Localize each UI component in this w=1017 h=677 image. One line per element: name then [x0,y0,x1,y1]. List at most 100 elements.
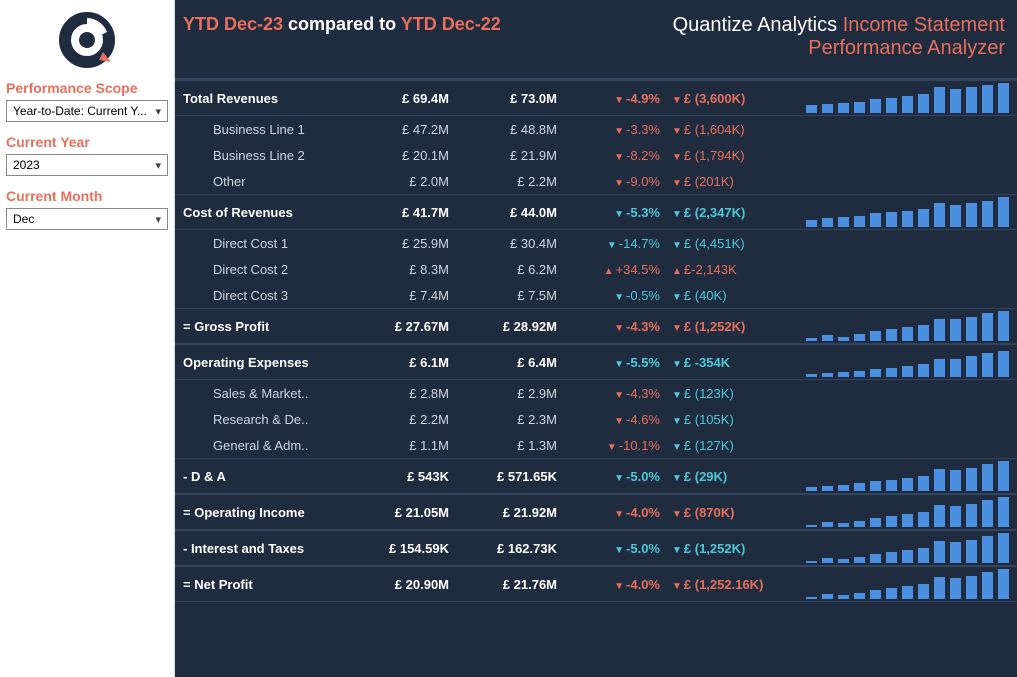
row-name: = Net Profit [183,577,363,592]
current-value: £ 543K [363,469,463,484]
title-a: Income Statement [843,14,1005,36]
prior-value: £ 73.0M [463,91,571,106]
financial-table: Total Revenues£ 69.4M£ 73.0M-4.9%£ (3,60… [175,80,1017,602]
summary-row[interactable]: = Operating Income£ 21.05M£ 21.92M-4.0%£… [175,494,1017,530]
pct-change: -5.3% [571,205,666,220]
prior-value: £ 2.9M [463,386,571,401]
prior-value: £ 162.73K [463,541,571,556]
summary-row[interactable]: = Gross Profit£ 27.67M£ 28.92M-4.3%£ (1,… [175,308,1017,344]
year-dropdown[interactable]: 2023 [6,154,168,176]
trend-sparkline [776,533,1017,563]
prior-value: £ 571.65K [463,469,571,484]
summary-row[interactable]: Total Revenues£ 69.4M£ 73.0M-4.9%£ (3,60… [175,80,1017,116]
current-value: £ 47.2M [363,122,463,137]
current-value: £ 69.4M [363,91,463,106]
pct-change: -4.6% [571,412,666,427]
pct-change: -4.0% [571,505,666,520]
row-name: Operating Expenses [183,355,363,370]
summary-row[interactable]: Cost of Revenues£ 41.7M£ 44.0M-5.3%£ (2,… [175,194,1017,230]
current-value: £ 2.0M [363,174,463,189]
trend-sparkline [776,197,1017,227]
pct-change: -5.5% [571,355,666,370]
row-name: Other [183,174,363,189]
pct-change: -8.2% [571,148,666,163]
brand: Quantize Analytics [673,14,843,36]
row-name: Business Line 1 [183,122,363,137]
abs-change: £ (105K) [666,412,776,427]
chevron-down-icon [155,158,161,172]
row-name: - D & A [183,469,363,484]
current-value: £ 7.4M [363,288,463,303]
detail-row[interactable]: Direct Cost 3£ 7.4M£ 7.5M-0.5%£ (40K) [175,282,1017,308]
detail-row[interactable]: General & Adm..£ 1.1M£ 1.3M-10.1%£ (127K… [175,432,1017,458]
prior-period: YTD Dec-22 [401,14,501,34]
month-dropdown[interactable]: Dec [6,208,168,230]
scope-value: Year-to-Date: Current Y... [13,104,147,118]
current-value: £ 27.67M [363,319,463,334]
pct-change: -5.0% [571,469,666,484]
summary-row[interactable]: = Net Profit£ 20.90M£ 21.76M-4.0%£ (1,25… [175,566,1017,602]
current-value: £ 1.1M [363,438,463,453]
detail-row[interactable]: Direct Cost 2£ 8.3M£ 6.2M+34.5%£-2,143K [175,256,1017,282]
summary-row[interactable]: - D & A£ 543K£ 571.65K-5.0%£ (29K) [175,458,1017,494]
abs-change: £ (29K) [666,469,776,484]
prior-value: £ 6.4M [463,355,571,370]
abs-change: £ (1,252K) [666,541,776,556]
abs-change: £ (2,347K) [666,205,776,220]
prior-value: £ 2.3M [463,412,571,427]
row-name: Business Line 2 [183,148,363,163]
current-value: £ 20.90M [363,577,463,592]
abs-change: £ (4,451K) [666,236,776,251]
prior-value: £ 6.2M [463,262,571,277]
trend-sparkline [776,461,1017,491]
scope-dropdown[interactable]: Year-to-Date: Current Y... [6,100,168,122]
header: YTD Dec-23 compared to YTD Dec-22 Quanti… [175,0,1017,80]
prior-value: £ 21.76M [463,577,571,592]
detail-row[interactable]: Business Line 2£ 20.1M£ 21.9M-8.2%£ (1,7… [175,142,1017,168]
detail-row[interactable]: Business Line 1£ 47.2M£ 48.8M-3.3%£ (1,6… [175,116,1017,142]
pct-change: -4.9% [571,91,666,106]
detail-row[interactable]: Research & De..£ 2.2M£ 2.3M-4.6%£ (105K) [175,406,1017,432]
row-name: = Operating Income [183,505,363,520]
summary-row[interactable]: - Interest and Taxes£ 154.59K£ 162.73K-5… [175,530,1017,566]
row-name: Total Revenues [183,91,363,106]
month-label: Current Month [6,188,168,204]
prior-value: £ 2.2M [463,174,571,189]
row-name: Direct Cost 2 [183,262,363,277]
pct-change: -4.3% [571,319,666,334]
abs-change: £ (127K) [666,438,776,453]
pct-change: -14.7% [571,236,666,251]
title-b: Performance Analyzer [808,37,1005,59]
trend-sparkline [776,497,1017,527]
row-name: - Interest and Taxes [183,541,363,556]
pct-change: -3.3% [571,122,666,137]
row-name: Direct Cost 3 [183,288,363,303]
header-right: Quantize Analytics Income Statement Perf… [673,14,1005,60]
pct-change: -4.3% [571,386,666,401]
prior-value: £ 21.9M [463,148,571,163]
row-name: Direct Cost 1 [183,236,363,251]
row-name: Cost of Revenues [183,205,363,220]
prior-value: £ 28.92M [463,319,571,334]
detail-row[interactable]: Other£ 2.0M£ 2.2M-9.0%£ (201K) [175,168,1017,194]
prior-value: £ 1.3M [463,438,571,453]
row-name: General & Adm.. [183,438,363,453]
abs-change: £ (1,604K) [666,122,776,137]
abs-change: £ (1,252K) [666,319,776,334]
summary-row[interactable]: Operating Expenses£ 6.1M£ 6.4M-5.5%£ -35… [175,344,1017,380]
abs-change: £ (870K) [666,505,776,520]
year-value: 2023 [13,158,40,172]
current-value: £ 41.7M [363,205,463,220]
detail-row[interactable]: Sales & Market..£ 2.8M£ 2.9M-4.3%£ (123K… [175,380,1017,406]
current-value: £ 2.2M [363,412,463,427]
row-name: Sales & Market.. [183,386,363,401]
pct-change: +34.5% [571,262,666,277]
main-panel: YTD Dec-23 compared to YTD Dec-22 Quanti… [175,0,1017,677]
prior-value: £ 30.4M [463,236,571,251]
pct-change: -5.0% [571,541,666,556]
sidebar: Performance Scope Year-to-Date: Current … [0,0,175,677]
abs-change: £ (40K) [666,288,776,303]
chevron-down-icon [155,212,161,226]
detail-row[interactable]: Direct Cost 1£ 25.9M£ 30.4M-14.7%£ (4,45… [175,230,1017,256]
pct-change: -0.5% [571,288,666,303]
